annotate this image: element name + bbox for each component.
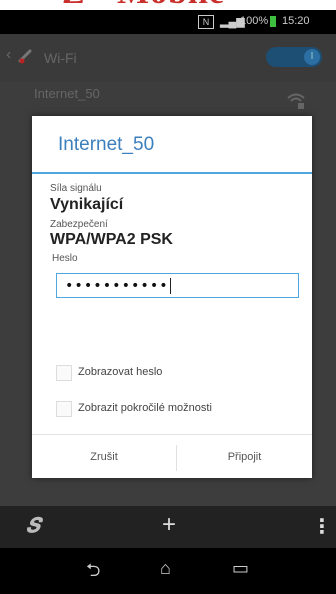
password-value: ••••••••••• (65, 278, 169, 294)
title-divider (32, 172, 312, 174)
toggle-knob: I (304, 49, 320, 65)
nav-home-icon[interactable]: ⌂ (160, 558, 171, 579)
dialog-title: Internet_50 (58, 134, 155, 155)
advanced-options-label[interactable]: Zobrazit pokročilé možnosti (78, 402, 212, 414)
cancel-button[interactable]: Zrušit (32, 435, 176, 479)
password-field[interactable]: ••••••••••• (56, 273, 299, 298)
wifi-settings-icon (18, 49, 32, 64)
battery-icon (270, 16, 276, 27)
advanced-options-checkbox[interactable] (56, 401, 72, 417)
action-bar: ‹ Wi-Fi I (0, 34, 336, 82)
add-icon[interactable]: + (162, 511, 176, 539)
show-password-checkbox[interactable] (56, 365, 72, 381)
navigation-bar: ⮌ ⌂ ▭ (0, 548, 336, 594)
connect-button[interactable]: Připojit (177, 435, 312, 479)
status-bar: N ▂▄▆ 100% 15:20 (0, 10, 336, 34)
back-icon[interactable]: ‹ (6, 46, 11, 64)
wifi-signal-icon (287, 93, 305, 109)
bottom-toolbar: 𝑺 + ⋮ (0, 506, 336, 548)
signal-strength-value: Vynikající (50, 196, 124, 213)
security-value: WPA/WPA2 PSK (50, 231, 173, 248)
overflow-menu-icon[interactable]: ⋮ (312, 514, 332, 539)
nav-recent-icon[interactable]: ▭ (232, 558, 249, 579)
watermark: Z · Mobile (0, 0, 336, 10)
nfc-icon: N (198, 15, 214, 29)
watermark-text: Z · Mobile (62, 0, 225, 10)
battery-percent: 100% (240, 15, 269, 27)
app-logo-icon[interactable]: 𝑺 (26, 515, 40, 538)
wifi-toggle[interactable]: I (266, 47, 322, 67)
show-password-label[interactable]: Zobrazovat heslo (78, 366, 162, 378)
network-list-item[interactable]: Internet_50 (34, 86, 100, 101)
wifi-connect-dialog: Internet_50 Síla signálu Vynikající Zabe… (32, 116, 312, 478)
dialog-button-bar: Zrušit Připojit (32, 434, 312, 479)
page-title: Wi-Fi (44, 50, 77, 66)
clock: 15:20 (282, 15, 310, 27)
security-label: Zabezpečení (50, 219, 108, 230)
text-caret (169, 278, 171, 294)
signal-strength-label: Síla signálu (50, 183, 102, 194)
password-label: Heslo (52, 253, 78, 264)
nav-back-icon[interactable]: ⮌ (86, 558, 100, 588)
